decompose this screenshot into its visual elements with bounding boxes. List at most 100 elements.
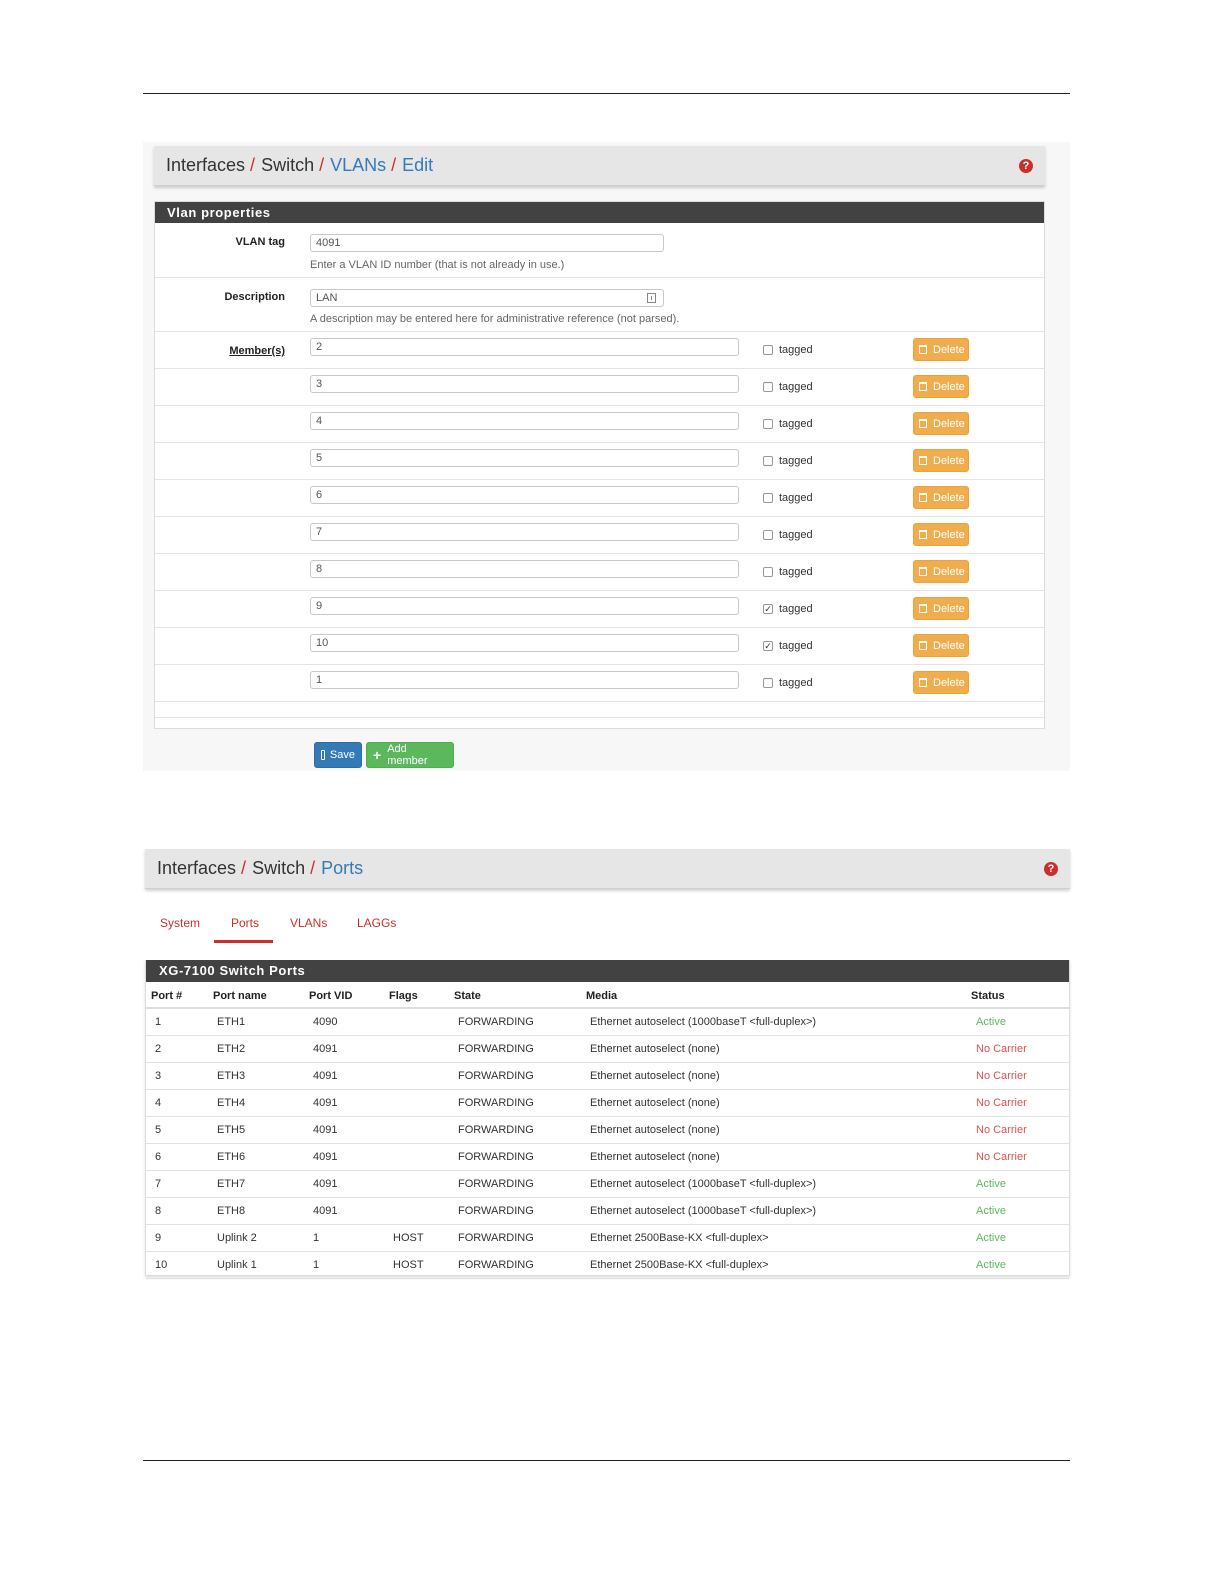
cell-state: FORWARDING (458, 1151, 534, 1163)
member-port-input[interactable]: 1 (310, 671, 739, 689)
tagged-label: tagged (779, 529, 813, 541)
member-port-input[interactable]: 4 (310, 412, 739, 430)
cell-name: Uplink 1 (217, 1259, 257, 1271)
cell-state: FORWARDING (458, 1259, 534, 1271)
member-row: Member(s) 2 tagged Delete (155, 332, 1044, 369)
cell-port: 1 (155, 1016, 162, 1028)
description-input[interactable]: LAN (310, 289, 664, 307)
password-manager-icon[interactable] (647, 293, 656, 303)
tagged-checkbox[interactable] (763, 345, 773, 355)
cell-status: No Carrier (976, 1097, 1027, 1109)
tagged-label: tagged (779, 677, 813, 689)
tagged-checkbox[interactable]: ✓ (763, 641, 773, 651)
member-port-input[interactable]: 7 (310, 523, 739, 541)
delete-member-button[interactable]: Delete (913, 449, 969, 472)
vlan-tag-input[interactable]: 4091 (310, 234, 664, 252)
member-port-input[interactable]: 8 (310, 560, 739, 578)
delete-member-button[interactable]: Delete (913, 671, 969, 694)
tab-vlans[interactable]: VLANs (290, 916, 327, 930)
tagged-label: tagged (779, 492, 813, 504)
cell-state: FORWARDING (458, 1124, 534, 1136)
delete-member-button[interactable]: Delete (913, 375, 969, 398)
page-footer-rule (143, 1460, 1070, 1461)
help-icon[interactable]: ? (1044, 862, 1058, 876)
tagged-checkbox[interactable] (763, 530, 773, 540)
cell-vid: 4091 (313, 1124, 338, 1136)
trash-icon (919, 530, 927, 539)
cell-vid: 4091 (313, 1097, 338, 1109)
table-header-row: Port # Port name Port VID Flags State Me… (146, 982, 1069, 1009)
breadcrumb-switch: Switch (252, 858, 306, 878)
delete-member-button[interactable]: Delete (913, 560, 969, 583)
tagged-checkbox[interactable] (763, 567, 773, 577)
member-port-input[interactable]: 6 (310, 486, 739, 504)
cell-name: ETH2 (217, 1043, 246, 1055)
member-port-input[interactable]: 9 (310, 597, 739, 615)
member-row: 4 tagged Delete (155, 406, 1044, 443)
member-port-input[interactable]: 2 (310, 338, 739, 356)
trash-icon (919, 641, 927, 650)
active-tab-indicator (214, 940, 273, 943)
cell-port: 2 (155, 1043, 162, 1055)
add-member-label: Add member (387, 743, 428, 767)
cell-port: 7 (155, 1178, 162, 1190)
tagged-checkbox[interactable]: ✓ (763, 604, 773, 614)
delete-member-button[interactable]: Delete (913, 597, 969, 620)
col-port-name: Port name (213, 990, 267, 1002)
delete-member-button[interactable]: Delete (913, 486, 969, 509)
breadcrumb-ports-link[interactable]: Ports (321, 858, 363, 879)
trash-icon (919, 456, 927, 465)
tagged-checkbox[interactable] (763, 382, 773, 392)
tab-laggs[interactable]: LAGGs (357, 916, 396, 930)
delete-member-button[interactable]: Delete (913, 338, 969, 361)
add-member-button[interactable]: + Add member (366, 742, 454, 768)
members-list: Member(s) 2 tagged Delete 3 tagged Delete 4 tagg… (155, 332, 1044, 702)
tagged-checkbox[interactable] (763, 678, 773, 688)
table-body: 1 ETH1 4090 FORWARDING Ethernet autoselect (… (146, 1009, 1069, 1279)
cell-name: ETH3 (217, 1070, 246, 1082)
col-status: Status (971, 990, 1005, 1002)
delete-member-button[interactable]: Delete (913, 634, 969, 657)
tagged-checkbox[interactable] (763, 456, 773, 466)
help-icon[interactable]: ? (1019, 159, 1033, 173)
cell-state: FORWARDING (458, 1232, 534, 1244)
tagged-label: tagged (779, 418, 813, 430)
vlan-edit-screenshot: Interfaces / Switch / VLANs / Edit ? Vla… (143, 142, 1070, 771)
tagged-checkbox[interactable] (763, 419, 773, 429)
cell-port: 6 (155, 1151, 162, 1163)
member-port-input[interactable]: 10 (310, 634, 739, 652)
tab-ports[interactable]: Ports (231, 916, 259, 930)
cell-flags: HOST (393, 1259, 424, 1271)
cell-media: Ethernet autoselect (1000baseT <full-dup… (590, 1205, 817, 1217)
member-port-input[interactable]: 5 (310, 449, 739, 467)
cell-vid: 4090 (313, 1016, 338, 1028)
cell-status: Active (976, 1232, 1006, 1244)
cell-name: ETH4 (217, 1097, 246, 1109)
member-row: 3 tagged Delete (155, 369, 1044, 406)
breadcrumb-vlans-link[interactable]: VLANs (330, 155, 386, 176)
member-row: 7 tagged Delete (155, 517, 1044, 554)
member-port-input[interactable]: 3 (310, 375, 739, 393)
cell-name: ETH8 (217, 1205, 246, 1217)
delete-member-button[interactable]: Delete (913, 523, 969, 546)
switch-ports-table: XG-7100 Switch Ports Port # Port name Po… (145, 960, 1070, 1279)
cell-vid: 4091 (313, 1070, 338, 1082)
breadcrumb-switch: Switch (261, 155, 315, 175)
cell-name: ETH7 (217, 1178, 246, 1190)
tab-system[interactable]: System (160, 916, 200, 930)
delete-label: Delete (933, 639, 965, 652)
tagged-checkbox[interactable] (763, 493, 773, 503)
col-port-vid: Port VID (309, 990, 353, 1002)
breadcrumb-edit-link[interactable]: Edit (402, 155, 433, 176)
vlan-tag-label: VLAN tag (235, 236, 286, 248)
cell-status: No Carrier (976, 1043, 1027, 1055)
cell-state: FORWARDING (458, 1043, 534, 1055)
panel-title: Vlan properties (155, 202, 1044, 223)
cell-status: No Carrier (976, 1070, 1027, 1082)
table-row: 3 ETH3 4091 FORWARDING Ethernet autoselect (… (146, 1063, 1069, 1090)
cell-status: No Carrier (976, 1151, 1027, 1163)
delete-member-button[interactable]: Delete (913, 412, 969, 435)
save-button[interactable]: Save (314, 742, 362, 768)
delete-label: Delete (933, 528, 965, 541)
cell-vid: 4091 (313, 1043, 338, 1055)
